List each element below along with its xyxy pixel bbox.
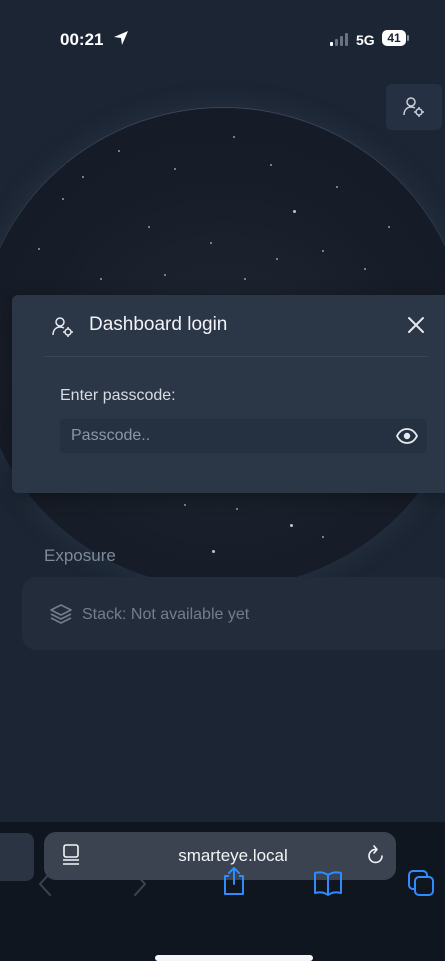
home-indicator bbox=[155, 955, 313, 961]
status-time: 00:21 bbox=[60, 30, 104, 49]
user-cog-icon bbox=[52, 317, 73, 337]
bookmarks-icon[interactable] bbox=[313, 870, 343, 896]
forward-icon[interactable] bbox=[133, 871, 147, 897]
network-type: 5G bbox=[356, 32, 375, 48]
eye-icon[interactable] bbox=[396, 425, 418, 447]
tabs-icon[interactable] bbox=[407, 869, 435, 897]
passcode-label: Enter passcode: bbox=[60, 387, 176, 404]
app-screen: 00:21 5G 41 Exposure Stack: Not availabl… bbox=[0, 0, 445, 961]
cellular-signal-icon bbox=[330, 33, 348, 46]
layers-icon bbox=[50, 604, 72, 624]
previous-tab-preview[interactable] bbox=[0, 833, 34, 881]
user-settings-button[interactable] bbox=[386, 84, 442, 130]
exposure-section-title: Exposure bbox=[44, 546, 116, 565]
location-arrow-icon bbox=[114, 31, 128, 45]
reload-icon[interactable] bbox=[366, 844, 386, 866]
stack-status-text: Stack: Not available yet bbox=[82, 606, 250, 623]
passcode-input[interactable] bbox=[60, 419, 427, 453]
back-icon[interactable] bbox=[38, 871, 52, 897]
modal-divider bbox=[44, 356, 428, 357]
modal-title: Dashboard login bbox=[89, 314, 228, 335]
user-cog-icon bbox=[403, 97, 424, 117]
share-icon[interactable] bbox=[222, 866, 246, 896]
battery-tip bbox=[407, 35, 409, 41]
close-icon[interactable] bbox=[404, 313, 428, 337]
battery-level: 41 bbox=[382, 30, 406, 46]
